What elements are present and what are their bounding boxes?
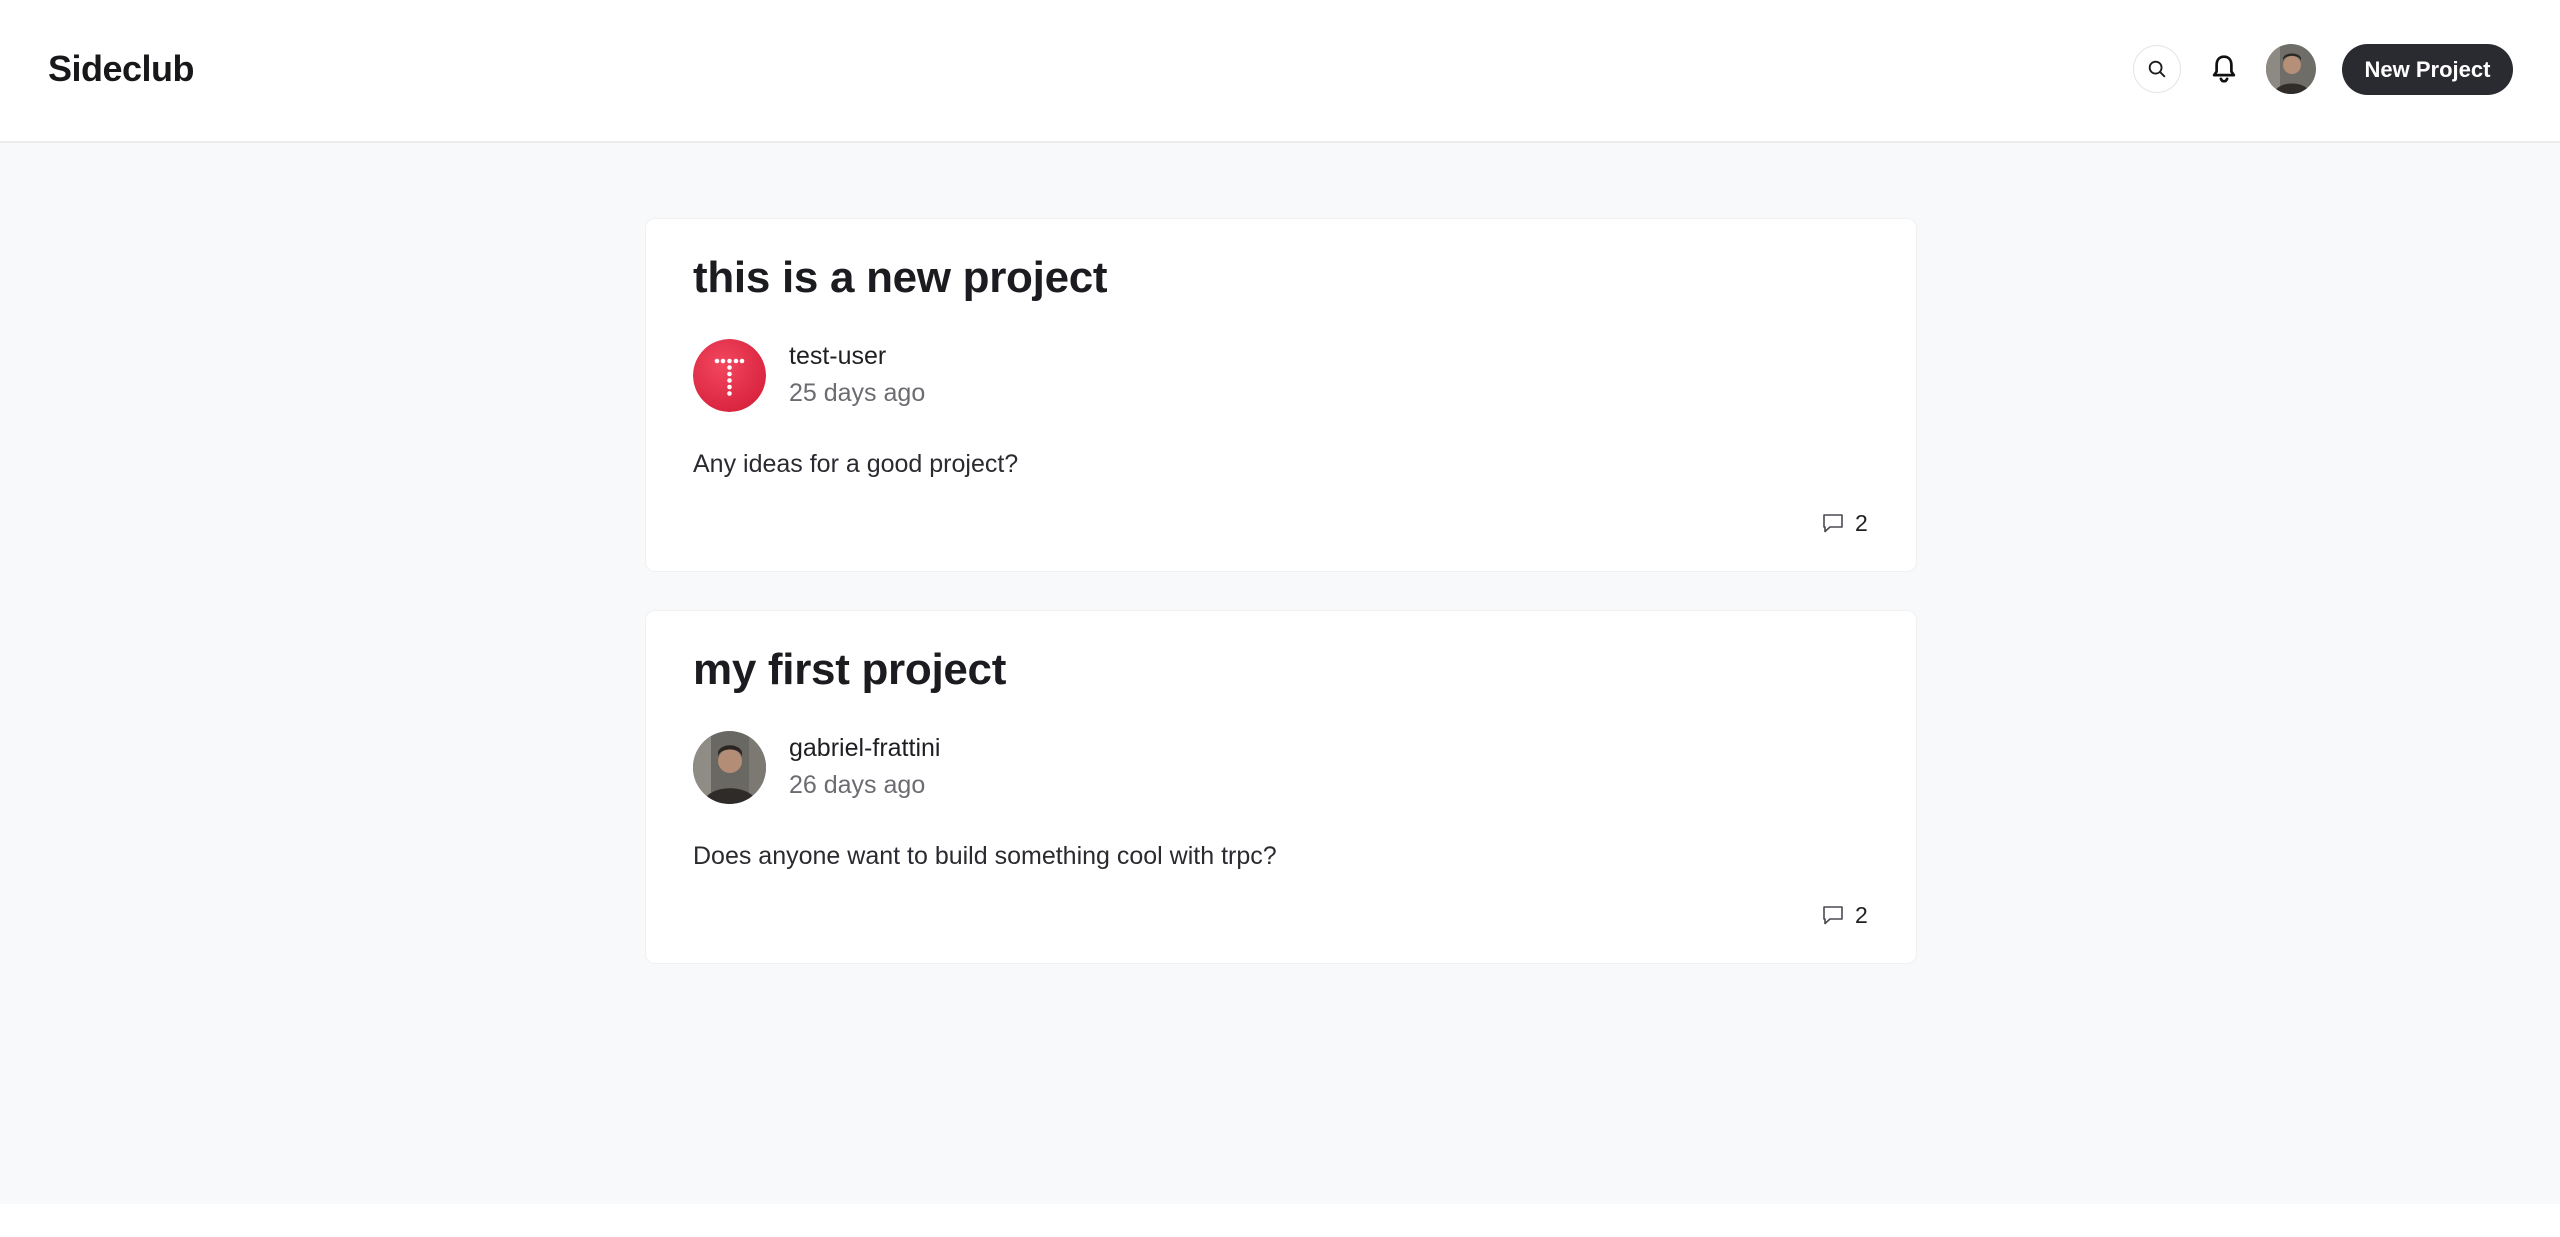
project-card[interactable]: my first project gabriel-frattini 26 day… [645, 610, 1917, 964]
comment-icon [1823, 906, 1843, 925]
project-feed: this is a new project test-user 25 days … [0, 143, 2560, 1204]
letter-t-avatar-icon [693, 339, 766, 412]
bell-icon [2212, 55, 2236, 83]
search-icon [2148, 60, 2166, 78]
notifications-button[interactable] [2206, 50, 2242, 88]
author-name[interactable]: gabriel-frattini [789, 734, 940, 763]
user-photo-avatar-icon [2266, 44, 2316, 94]
project-card[interactable]: this is a new project test-user 25 days … [645, 218, 1917, 572]
project-description: Does anyone want to build something cool… [693, 842, 1277, 870]
user-photo-avatar-icon [693, 731, 766, 804]
new-project-button[interactable]: New Project [2342, 44, 2513, 95]
author-avatar[interactable] [693, 339, 766, 412]
author-avatar[interactable] [693, 731, 766, 804]
project-description: Any ideas for a good project? [693, 450, 1019, 478]
author-name[interactable]: test-user [789, 342, 886, 371]
brand-logo[interactable]: Sideclub [48, 48, 195, 90]
comment-icon [1823, 514, 1843, 533]
comment-count: 2 [1855, 509, 1868, 536]
project-title[interactable]: my first project [693, 645, 1006, 695]
page-footer [0, 1204, 2560, 1237]
comments-link[interactable]: 2 [1821, 900, 1868, 930]
comment-count: 2 [1855, 901, 1868, 928]
search-button[interactable] [2133, 45, 2181, 93]
post-timestamp: 25 days ago [789, 379, 926, 407]
user-avatar[interactable] [2266, 44, 2316, 94]
comments-link[interactable]: 2 [1821, 508, 1868, 538]
top-navbar: Sideclub New Project [0, 0, 2560, 143]
project-title[interactable]: this is a new project [693, 253, 1108, 303]
post-timestamp: 26 days ago [789, 771, 926, 799]
